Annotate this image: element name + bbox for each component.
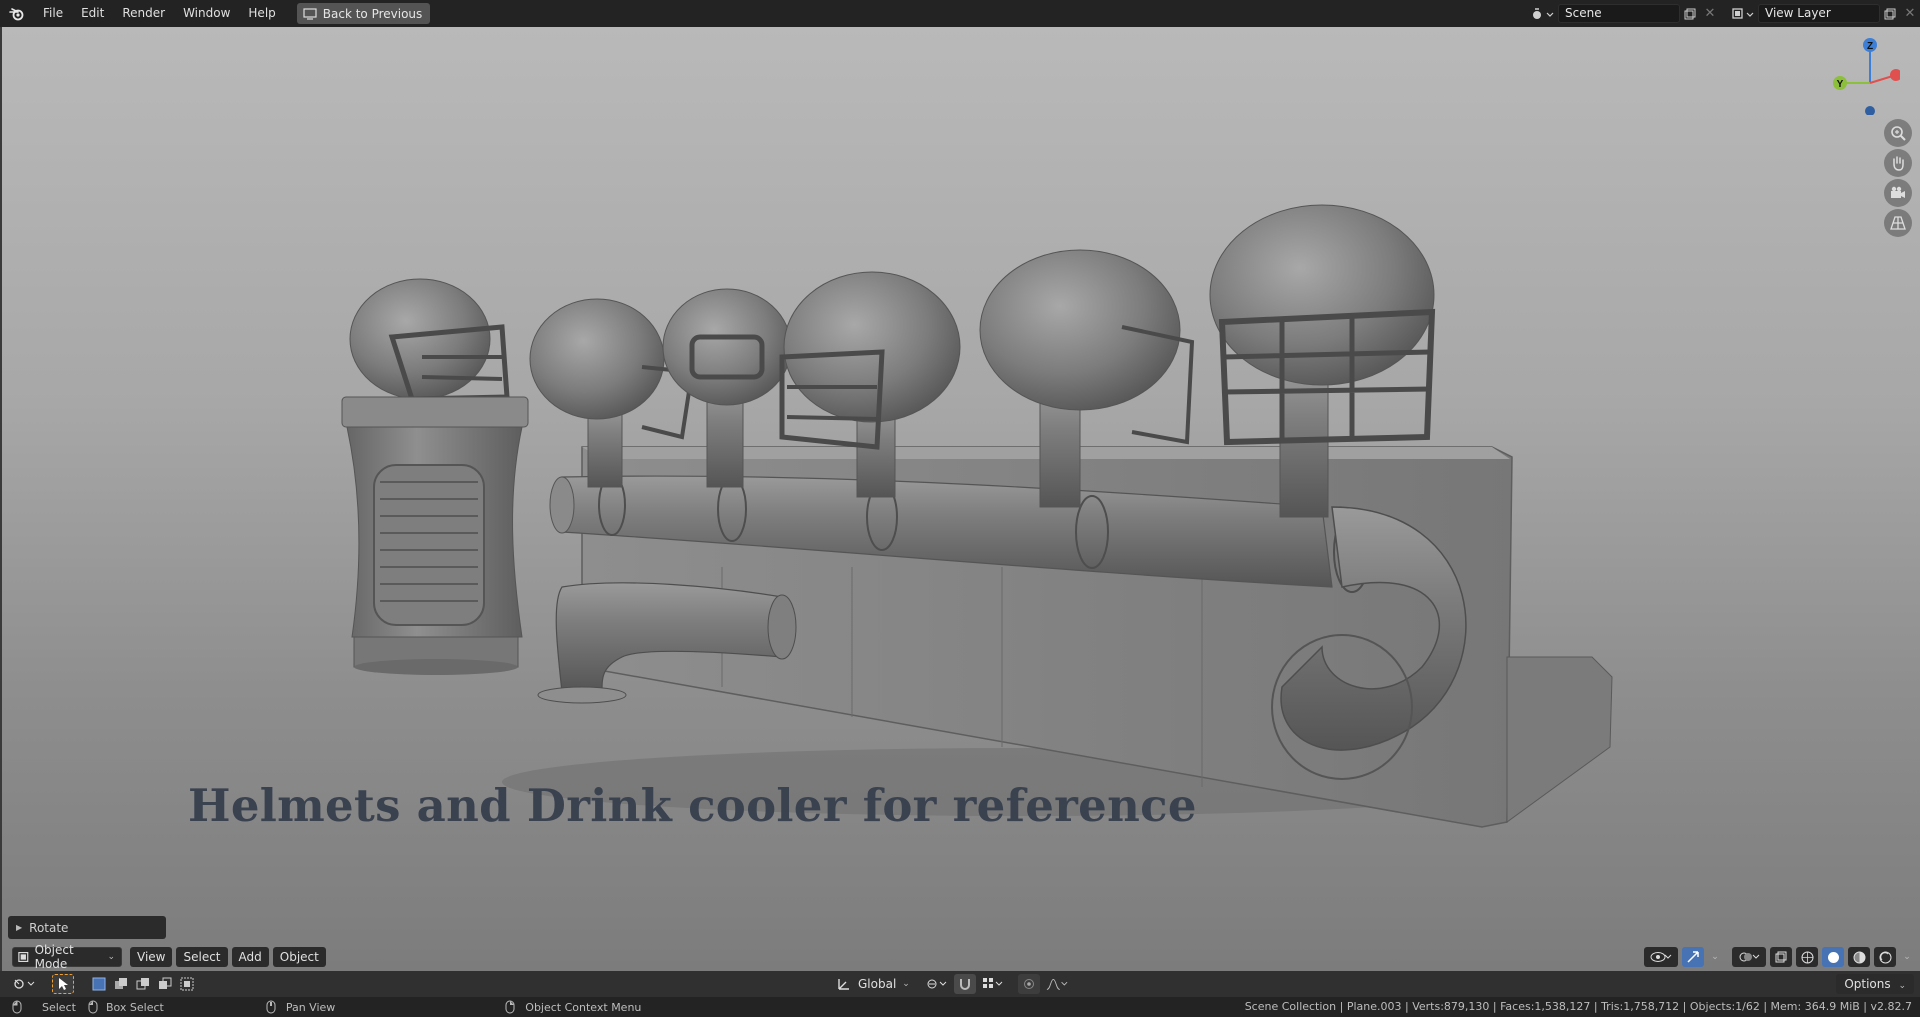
- viewport-shading-group: ⌄ ⌄: [1644, 947, 1914, 967]
- gizmo-y-label: Y: [1837, 79, 1844, 90]
- status-bar: Select Box Select Pan View Object Contex…: [0, 997, 1920, 1017]
- view-layer-field[interactable]: View Layer: [1758, 4, 1880, 23]
- drink-cooler: [341, 396, 529, 675]
- select-subtract-mode-icon[interactable]: [132, 974, 154, 994]
- 3d-viewport[interactable]: Helmets and Drink cooler for reference Z…: [0, 27, 1920, 971]
- bench-seat: [1506, 656, 1613, 823]
- mouse-drag-icon: [88, 1000, 98, 1014]
- chevron-down-icon: ⌄: [902, 979, 910, 989]
- scene-statistics: Scene Collection | Plane.003 | Verts:879…: [1244, 1000, 1912, 1013]
- solid-shading-icon[interactable]: [1822, 947, 1844, 967]
- status-context-menu: Object Context Menu: [505, 1000, 641, 1014]
- screen-icon: [303, 7, 317, 20]
- status-context-menu-label: Object Context Menu: [525, 1000, 642, 1014]
- select-new-mode-icon[interactable]: [88, 974, 110, 994]
- object-mode-label: Object Mode: [34, 943, 74, 971]
- chevron-down-icon: ⌄: [1898, 981, 1906, 991]
- transform-controls: Global ⌄: [836, 974, 1068, 994]
- scene-name-field[interactable]: Scene: [1558, 4, 1680, 23]
- chevron-down-icon: ⌄: [107, 952, 115, 962]
- snap-target-icon[interactable]: [982, 974, 1004, 994]
- new-view-layer-icon[interactable]: [1880, 4, 1900, 24]
- status-box-select: Box Select: [86, 1000, 164, 1014]
- menu-file[interactable]: File: [34, 0, 72, 27]
- back-to-previous-label: Back to Previous: [322, 6, 423, 21]
- viewport-menu-select[interactable]: Select: [176, 947, 228, 967]
- new-scene-icon[interactable]: [1680, 4, 1700, 24]
- rendered-shading-icon[interactable]: [1874, 947, 1896, 967]
- snap-toggle-icon[interactable]: [953, 974, 976, 994]
- options-dropdown[interactable]: Options ⌄: [1836, 974, 1914, 994]
- view-layer-selector-icon[interactable]: [1728, 4, 1758, 24]
- transform-orientation-dropdown[interactable]: Global: [858, 977, 896, 991]
- visibility-eye-icon[interactable]: [1644, 947, 1678, 967]
- viewport-header: Object Mode ⌄ View Select Add Object ⌄ ⌄: [2, 943, 1920, 971]
- tool-header: Global ⌄ Options ⌄: [0, 971, 1920, 997]
- object-mode-icon: [18, 952, 29, 962]
- overlays-icon[interactable]: [1732, 947, 1766, 967]
- gizmo-toggle-icon[interactable]: [1682, 947, 1704, 967]
- select-tool-icon[interactable]: [52, 974, 74, 994]
- status-select-label: Select: [42, 1000, 76, 1014]
- viewport-menu-view[interactable]: View: [130, 947, 173, 967]
- mouse-right-icon: [505, 1000, 515, 1014]
- status-pan-view: Pan View: [266, 1000, 335, 1014]
- zoom-icon[interactable]: [1884, 119, 1912, 147]
- top-bar: File Edit Render Window Help Back to Pre…: [0, 0, 1920, 27]
- delete-view-layer-icon[interactable]: ✕: [1900, 4, 1920, 24]
- proportional-edit-icon[interactable]: [1017, 974, 1040, 994]
- gizmo-dropdown-icon[interactable]: ⌄: [1708, 947, 1722, 967]
- viewport-menu-object[interactable]: Object: [272, 947, 326, 967]
- status-pan-view-label: Pan View: [285, 1000, 336, 1014]
- select-intersect-mode-icon[interactable]: [176, 974, 198, 994]
- navigation-gizmo[interactable]: Z Y: [1820, 35, 1900, 115]
- select-extend-mode-icon[interactable]: [110, 974, 132, 994]
- shading-dropdown-icon[interactable]: ⌄: [1900, 947, 1914, 967]
- mouse-middle-icon: [266, 1000, 276, 1014]
- last-operator-label: Rotate: [29, 920, 69, 935]
- gizmo-x-axis: [1890, 69, 1900, 81]
- disclosure-triangle-icon: ▶: [16, 923, 23, 932]
- mouse-left-icon: [12, 1000, 22, 1014]
- menu-render[interactable]: Render: [113, 0, 174, 27]
- menu-help[interactable]: Help: [239, 0, 284, 27]
- last-operator-panel[interactable]: ▶ Rotate: [8, 916, 166, 939]
- menu-window[interactable]: Window: [174, 0, 239, 27]
- editor-type-icon[interactable]: [10, 974, 40, 994]
- select-invert-mode-icon[interactable]: [154, 974, 176, 994]
- proportional-falloff-icon[interactable]: [1046, 974, 1068, 994]
- perspective-grid-icon[interactable]: [1884, 209, 1912, 237]
- delete-scene-icon[interactable]: ✕: [1700, 4, 1720, 24]
- reference-caption: Helmets and Drink cooler for reference: [188, 779, 1197, 832]
- wireframe-shading-icon[interactable]: [1796, 947, 1818, 967]
- material-preview-icon[interactable]: [1848, 947, 1870, 967]
- options-label: Options: [1844, 977, 1891, 991]
- camera-view-icon[interactable]: [1884, 179, 1912, 207]
- back-to-previous-button[interactable]: Back to Previous: [296, 3, 431, 24]
- xray-toggle-icon[interactable]: [1770, 947, 1792, 967]
- status-box-select-label: Box Select: [105, 1000, 164, 1014]
- transform-orientation-icon: [838, 979, 849, 990]
- gizmo-z-label: Z: [1867, 41, 1873, 52]
- blender-logo-icon[interactable]: [0, 0, 34, 27]
- scene-selector-icon[interactable]: [1528, 4, 1558, 24]
- menu-edit[interactable]: Edit: [72, 0, 113, 27]
- pan-hand-icon[interactable]: [1884, 149, 1912, 177]
- pivot-point-icon[interactable]: [926, 974, 948, 994]
- gizmo-neg-z: [1865, 106, 1875, 115]
- viewport-menu-add[interactable]: Add: [231, 947, 269, 967]
- status-select: Select: [12, 1000, 76, 1014]
- object-mode-dropdown[interactable]: Object Mode ⌄: [12, 943, 122, 971]
